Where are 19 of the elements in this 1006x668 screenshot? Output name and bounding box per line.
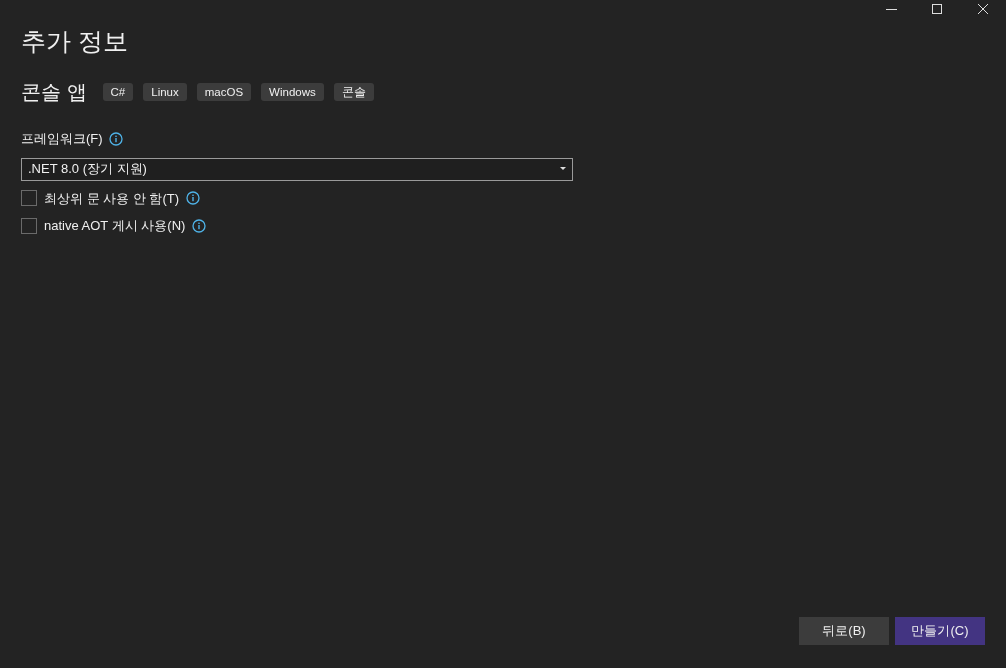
- template-name: 콘솔 앱: [21, 80, 87, 105]
- framework-dropdown[interactable]: .NET 8.0 (장기 지원): [21, 157, 573, 181]
- option-label: 최상위 문 사용 안 함(T): [44, 189, 180, 208]
- dialog-title: 추가 정보: [21, 26, 129, 57]
- tag: macOS: [196, 83, 252, 101]
- tag: Linux: [143, 83, 187, 101]
- info-icon[interactable]: [108, 131, 123, 146]
- caret-icon: [560, 167, 566, 171]
- tag: C#: [102, 83, 134, 101]
- checkbox[interactable]: [21, 217, 37, 234]
- tag: 콘솔: [333, 83, 374, 101]
- option-label: native AOT 게시 사용(N): [44, 217, 186, 235]
- tag: Windows: [261, 83, 324, 101]
- back-button[interactable]: 뒤로(B): [799, 617, 889, 645]
- framework-label: 프레임워크(F): [21, 130, 103, 148]
- create-button[interactable]: 만들기(C): [895, 617, 985, 645]
- info-icon[interactable]: [192, 218, 207, 233]
- checkbox[interactable]: [21, 190, 37, 207]
- info-icon[interactable]: [186, 191, 201, 206]
